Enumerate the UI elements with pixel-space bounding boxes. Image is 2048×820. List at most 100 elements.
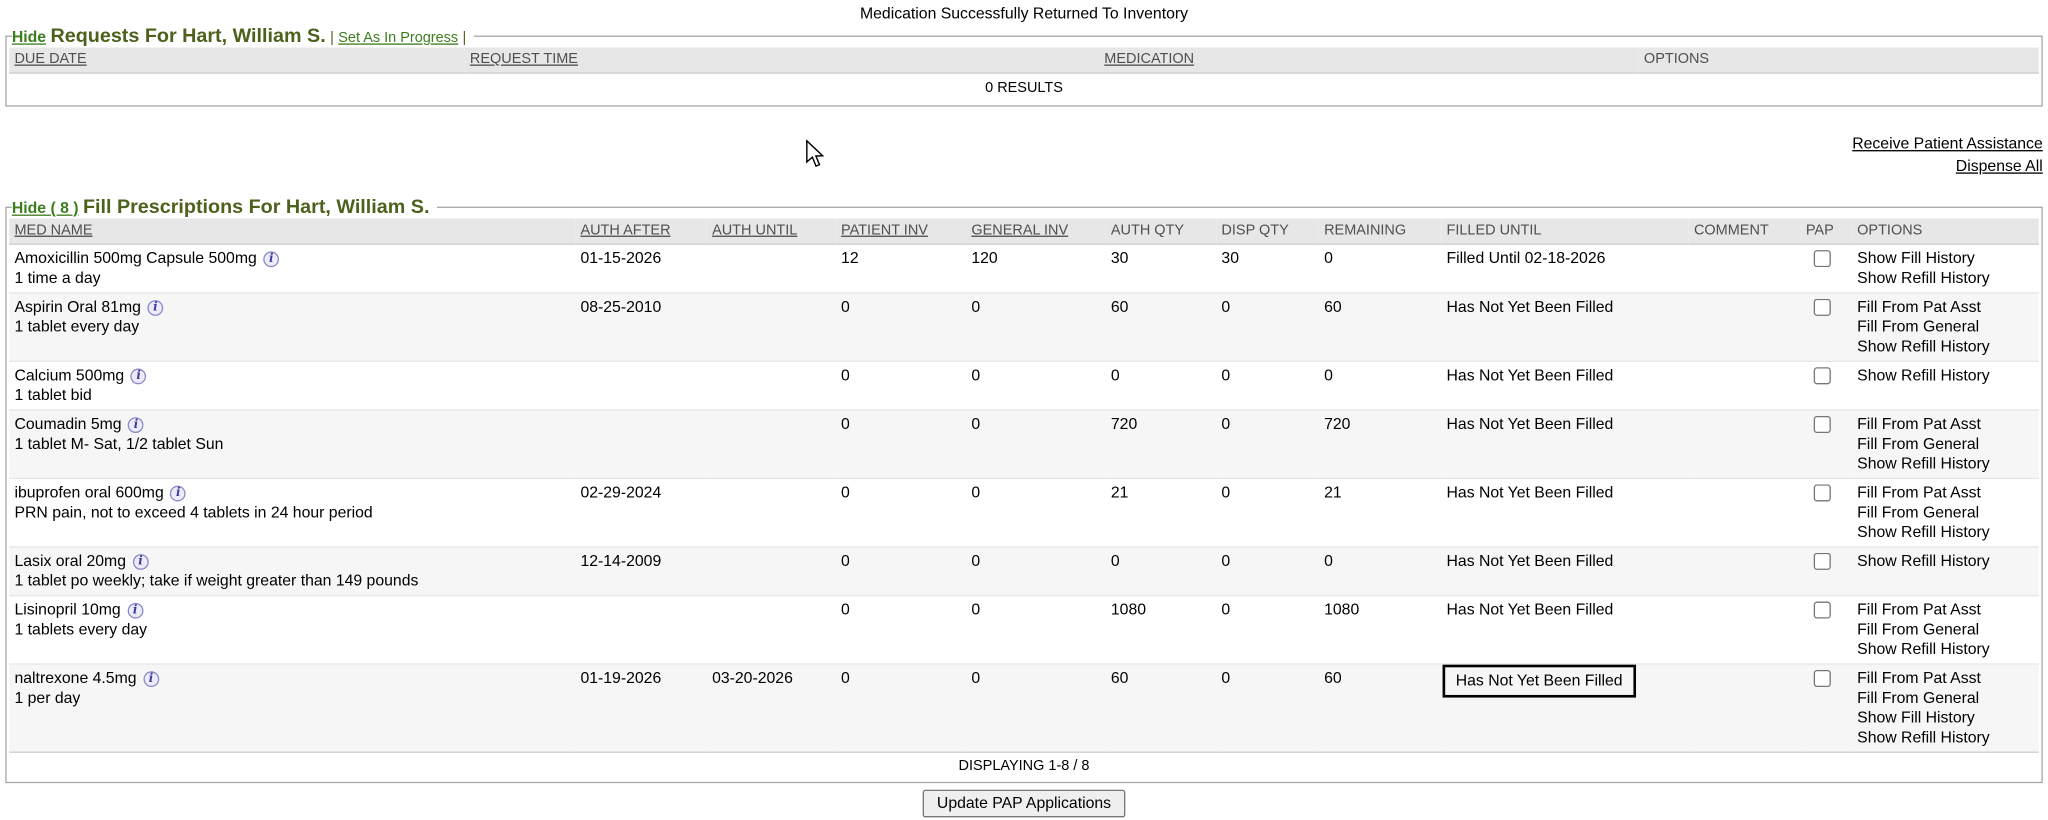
requests-hide-link[interactable]: Hide — [12, 28, 46, 46]
requests-col-header-medication[interactable]: MEDICATION — [1099, 47, 1639, 73]
fill-title: Fill Prescriptions For Hart, William S. — [83, 196, 430, 218]
pap-checkbox[interactable] — [1814, 602, 1831, 619]
option-link-fill-from-general[interactable]: Fill From General — [1857, 688, 2033, 708]
info-icon[interactable]: i — [147, 300, 163, 316]
pap-cell — [1801, 293, 1852, 361]
page: Medication Successfully Returned To Inve… — [0, 0, 2048, 820]
med-name-cell: naltrexone 4.5mgi1 per day — [9, 664, 575, 752]
info-icon[interactable]: i — [131, 369, 147, 385]
option-link-show-fill-history[interactable]: Show Fill History — [1857, 708, 2033, 728]
option-link-fill-from-pat-asst[interactable]: Fill From Pat Asst — [1857, 600, 2033, 620]
requests-legend: Hide Requests For Hart, William S. | Set… — [12, 25, 474, 47]
pap-checkbox[interactable] — [1814, 484, 1831, 501]
option-link-fill-from-pat-asst[interactable]: Fill From Pat Asst — [1857, 483, 2033, 503]
auth-until-cell — [707, 293, 836, 361]
receive-patient-assistance-link[interactable]: Receive Patient Assistance — [0, 133, 2043, 155]
filled-until-text: Has Not Yet Been Filled — [1447, 551, 1614, 569]
comment-cell — [1689, 361, 1801, 410]
fill-col-header-patient-inv[interactable]: PATIENT INV — [836, 218, 966, 244]
pap-checkbox[interactable] — [1814, 299, 1831, 316]
option-link-show-fill-history[interactable]: Show Fill History — [1857, 249, 2033, 269]
med-name: Lisinopril 10mg — [14, 600, 120, 618]
update-pap-applications-button[interactable]: Update PAP Applications — [922, 790, 1125, 818]
option-link-fill-from-general[interactable]: Fill From General — [1857, 434, 2033, 454]
pap-checkbox[interactable] — [1814, 250, 1831, 267]
option-link-show-refill-history[interactable]: Show Refill History — [1857, 366, 2033, 386]
info-icon[interactable]: i — [127, 603, 143, 619]
filled-until-cell: Has Not Yet Been Filled — [1441, 596, 1688, 664]
fill-col-header-options: OPTIONS — [1852, 218, 2039, 244]
auth-after-cell: 01-15-2026 — [575, 244, 707, 293]
patient-inv-cell: 0 — [836, 410, 966, 478]
option-link-fill-from-pat-asst[interactable]: Fill From Pat Asst — [1857, 297, 2033, 317]
option-link-show-refill-history[interactable]: Show Refill History — [1857, 551, 2033, 571]
fill-row: Amoxicillin 500mg Capsule 500mgi1 time a… — [9, 244, 2039, 293]
option-link-fill-from-general[interactable]: Fill From General — [1857, 620, 2033, 640]
dispense-all-link[interactable]: Dispense All — [0, 155, 2043, 177]
remaining-cell: 21 — [1319, 478, 1441, 546]
fill-hide-link[interactable]: Hide ( 8 ) — [12, 199, 79, 217]
info-icon[interactable]: i — [170, 486, 186, 502]
requests-col-header-due-date[interactable]: DUE DATE — [9, 47, 464, 73]
med-name: ibuprofen oral 600mg — [14, 483, 163, 501]
options-cell: Show Refill History — [1852, 361, 2039, 410]
option-link-show-refill-history[interactable]: Show Refill History — [1857, 728, 2033, 748]
filled-until-text: Has Not Yet Been Filled — [1443, 665, 1636, 698]
general-inv-cell: 0 — [966, 596, 1106, 664]
auth-after-cell: 12-14-2009 — [575, 547, 707, 596]
fill-col-header-pap: PAP — [1801, 218, 1852, 244]
option-link-show-refill-history[interactable]: Show Refill History — [1857, 337, 2033, 357]
set-as-in-progress-link[interactable]: Set As In Progress — [338, 30, 458, 46]
fill-col-header-general-inv[interactable]: GENERAL INV — [966, 218, 1106, 244]
option-link-fill-from-pat-asst[interactable]: Fill From Pat Asst — [1857, 415, 2033, 435]
requests-table: DUE DATEREQUEST TIMEMEDICATIONOPTIONS 0 … — [9, 47, 2039, 104]
option-link-show-refill-history[interactable]: Show Refill History — [1857, 640, 2033, 660]
pap-cell — [1801, 244, 1852, 293]
pap-checkbox[interactable] — [1814, 553, 1831, 570]
pap-cell — [1801, 478, 1852, 546]
remaining-cell: 1080 — [1319, 596, 1441, 664]
filled-until-text: Filled Until 02-18-2026 — [1447, 249, 1606, 267]
option-link-fill-from-general[interactable]: Fill From General — [1857, 317, 2033, 337]
auth-qty-cell: 720 — [1106, 410, 1217, 478]
med-sig: 1 tablet M- Sat, 1/2 tablet Sun — [14, 434, 569, 454]
option-link-show-refill-history[interactable]: Show Refill History — [1857, 269, 2033, 289]
patient-inv-cell: 0 — [836, 664, 966, 752]
auth-until-cell — [707, 244, 836, 293]
option-link-show-refill-history[interactable]: Show Refill History — [1857, 523, 2033, 543]
filled-until-cell: Has Not Yet Been Filled — [1441, 547, 1688, 596]
requests-col-header-options: OPTIONS — [1639, 47, 2039, 73]
requests-col-header-request-time[interactable]: REQUEST TIME — [465, 47, 1099, 73]
fill-col-header-med-name[interactable]: MED NAME — [9, 218, 575, 244]
fill-col-header-comment: COMMENT — [1689, 218, 1801, 244]
auth-after-cell — [575, 410, 707, 478]
general-inv-cell: 0 — [966, 293, 1106, 361]
fill-col-header-remaining: REMAINING — [1319, 218, 1441, 244]
comment-cell — [1689, 244, 1801, 293]
filled-until-text: Has Not Yet Been Filled — [1447, 483, 1614, 501]
auth-until-cell — [707, 410, 836, 478]
option-link-fill-from-general[interactable]: Fill From General — [1857, 503, 2033, 523]
fill-legend: Hide ( 8 ) Fill Prescriptions For Hart, … — [12, 196, 438, 218]
option-link-fill-from-pat-asst[interactable]: Fill From Pat Asst — [1857, 669, 2033, 689]
med-name-cell: Coumadin 5mgi1 tablet M- Sat, 1/2 tablet… — [9, 410, 575, 478]
pap-checkbox[interactable] — [1814, 416, 1831, 433]
fill-prescriptions-table: MED NAMEAUTH AFTERAUTH UNTILPATIENT INVG… — [9, 218, 2039, 780]
info-icon[interactable]: i — [143, 671, 159, 687]
option-link-show-refill-history[interactable]: Show Refill History — [1857, 454, 2033, 474]
info-icon[interactable]: i — [128, 417, 144, 433]
fill-row: ibuprofen oral 600mgiPRN pain, not to ex… — [9, 478, 2039, 546]
options-cell: Fill From Pat AsstFill From GeneralShow … — [1852, 410, 2039, 478]
options-cell: Fill From Pat AsstFill From GeneralShow … — [1852, 478, 2039, 546]
general-inv-cell: 0 — [966, 664, 1106, 752]
fill-col-header-auth-after[interactable]: AUTH AFTER — [575, 218, 707, 244]
info-icon[interactable]: i — [133, 554, 149, 570]
pap-checkbox[interactable] — [1814, 367, 1831, 384]
pap-checkbox[interactable] — [1814, 670, 1831, 687]
info-icon[interactable]: i — [263, 251, 279, 267]
requests-title: Requests For Hart, William S. — [50, 25, 325, 47]
disp-qty-cell: 0 — [1216, 293, 1319, 361]
pap-cell — [1801, 410, 1852, 478]
fill-col-header-auth-until[interactable]: AUTH UNTIL — [707, 218, 836, 244]
auth-after-cell: 02-29-2024 — [575, 478, 707, 546]
